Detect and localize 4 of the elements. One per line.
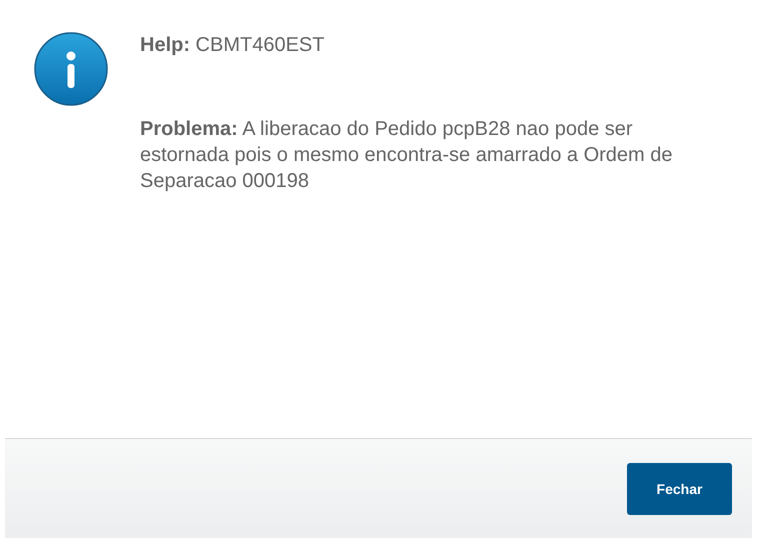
close-button[interactable]: Fechar bbox=[627, 463, 732, 515]
help-code-text: Help: CBMT460EST bbox=[140, 33, 326, 58]
info-icon bbox=[34, 32, 108, 106]
problem-message: Problema: A liberacao do Pedido pcpB28 nao pode ser estornada pois o mesmo encontra-se amarrado a Ordem de Separacao 000198 bbox=[140, 117, 674, 194]
